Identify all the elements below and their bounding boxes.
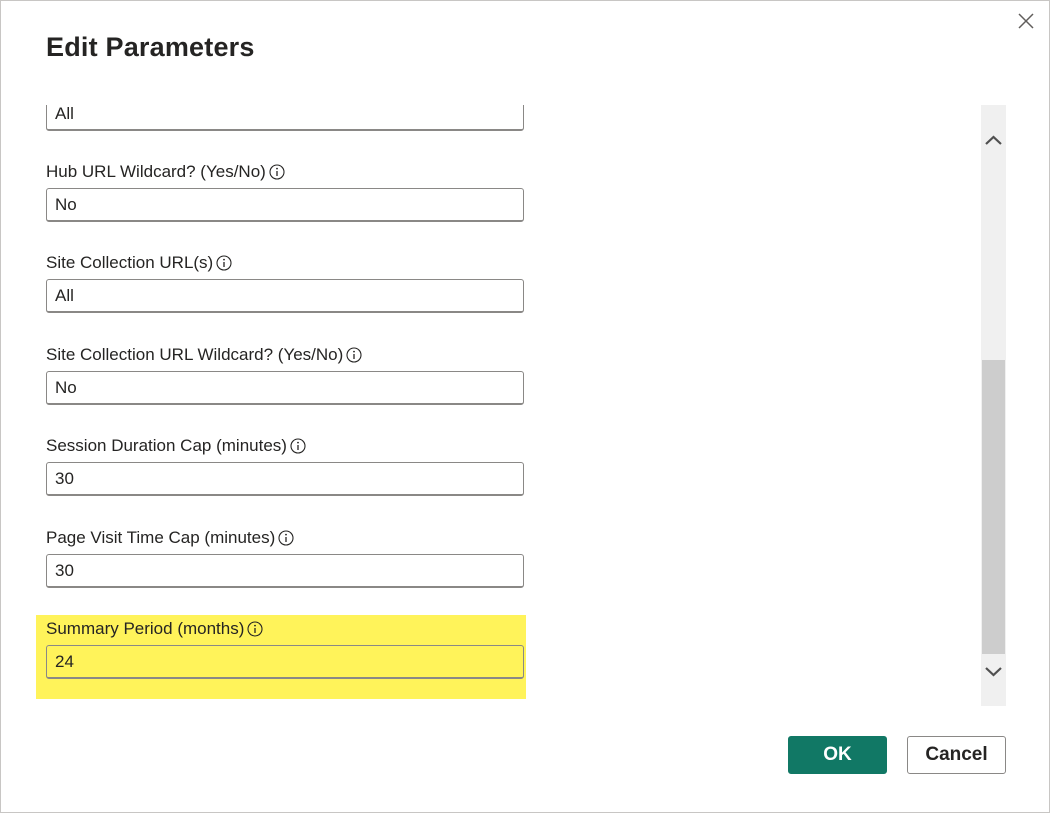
parameter-label: Summary Period (months) — [46, 619, 263, 639]
parameter-label-text: Page Visit Time Cap (minutes) — [46, 528, 276, 547]
close-icon — [1012, 7, 1040, 35]
close-button[interactable] — [1012, 7, 1040, 35]
parameter-input[interactable] — [46, 105, 524, 131]
edit-parameters-dialog: Edit Parameters Hub URL Wildcard? (Yes/N… — [0, 0, 1050, 813]
session-duration-cap-input[interactable] — [46, 462, 524, 496]
info-icon[interactable] — [346, 347, 362, 363]
parameter-label: Site Collection URL Wildcard? (Yes/No) — [46, 345, 362, 365]
info-icon[interactable] — [290, 438, 306, 454]
chevron-down-icon — [981, 667, 1006, 691]
info-icon[interactable] — [269, 164, 285, 180]
dialog-title: Edit Parameters — [46, 32, 255, 62]
site-collection-url-wildcard-input[interactable] — [46, 371, 524, 405]
cancel-button[interactable]: Cancel — [907, 736, 1006, 774]
info-icon[interactable] — [216, 255, 232, 271]
parameter-label: Page Visit Time Cap (minutes) — [46, 528, 294, 548]
scroll-down-button[interactable] — [981, 657, 1006, 687]
parameter-label-text: Site Collection URL(s) — [46, 253, 214, 272]
scroll-thumb[interactable] — [982, 360, 1005, 654]
info-icon[interactable] — [278, 530, 294, 546]
vertical-scrollbar[interactable] — [981, 105, 1006, 706]
parameter-label-text: Session Duration Cap (minutes) — [46, 436, 287, 455]
parameter-label: Session Duration Cap (minutes) — [46, 436, 306, 456]
parameter-label: Site Collection URL(s) — [46, 253, 232, 273]
parameter-label-text: Summary Period (months) — [46, 619, 245, 638]
parameter-label-text: Hub URL Wildcard? (Yes/No) — [46, 162, 266, 181]
site-collection-urls-input[interactable] — [46, 279, 524, 313]
parameter-label: Hub URL Wildcard? (Yes/No) — [46, 162, 285, 182]
parameter-label-text: Site Collection URL Wildcard? (Yes/No) — [46, 345, 344, 364]
info-icon[interactable] — [247, 621, 263, 637]
page-visit-time-cap-input[interactable] — [46, 554, 524, 588]
ok-button[interactable]: OK — [788, 736, 887, 774]
chevron-up-icon — [981, 135, 1006, 159]
summary-period-input[interactable] — [46, 645, 524, 679]
scroll-up-button[interactable] — [981, 125, 1006, 155]
parameters-scroll-area: Hub URL Wildcard? (Yes/No) Site Collecti… — [1, 105, 979, 705]
hub-url-wildcard-input[interactable] — [46, 188, 524, 222]
